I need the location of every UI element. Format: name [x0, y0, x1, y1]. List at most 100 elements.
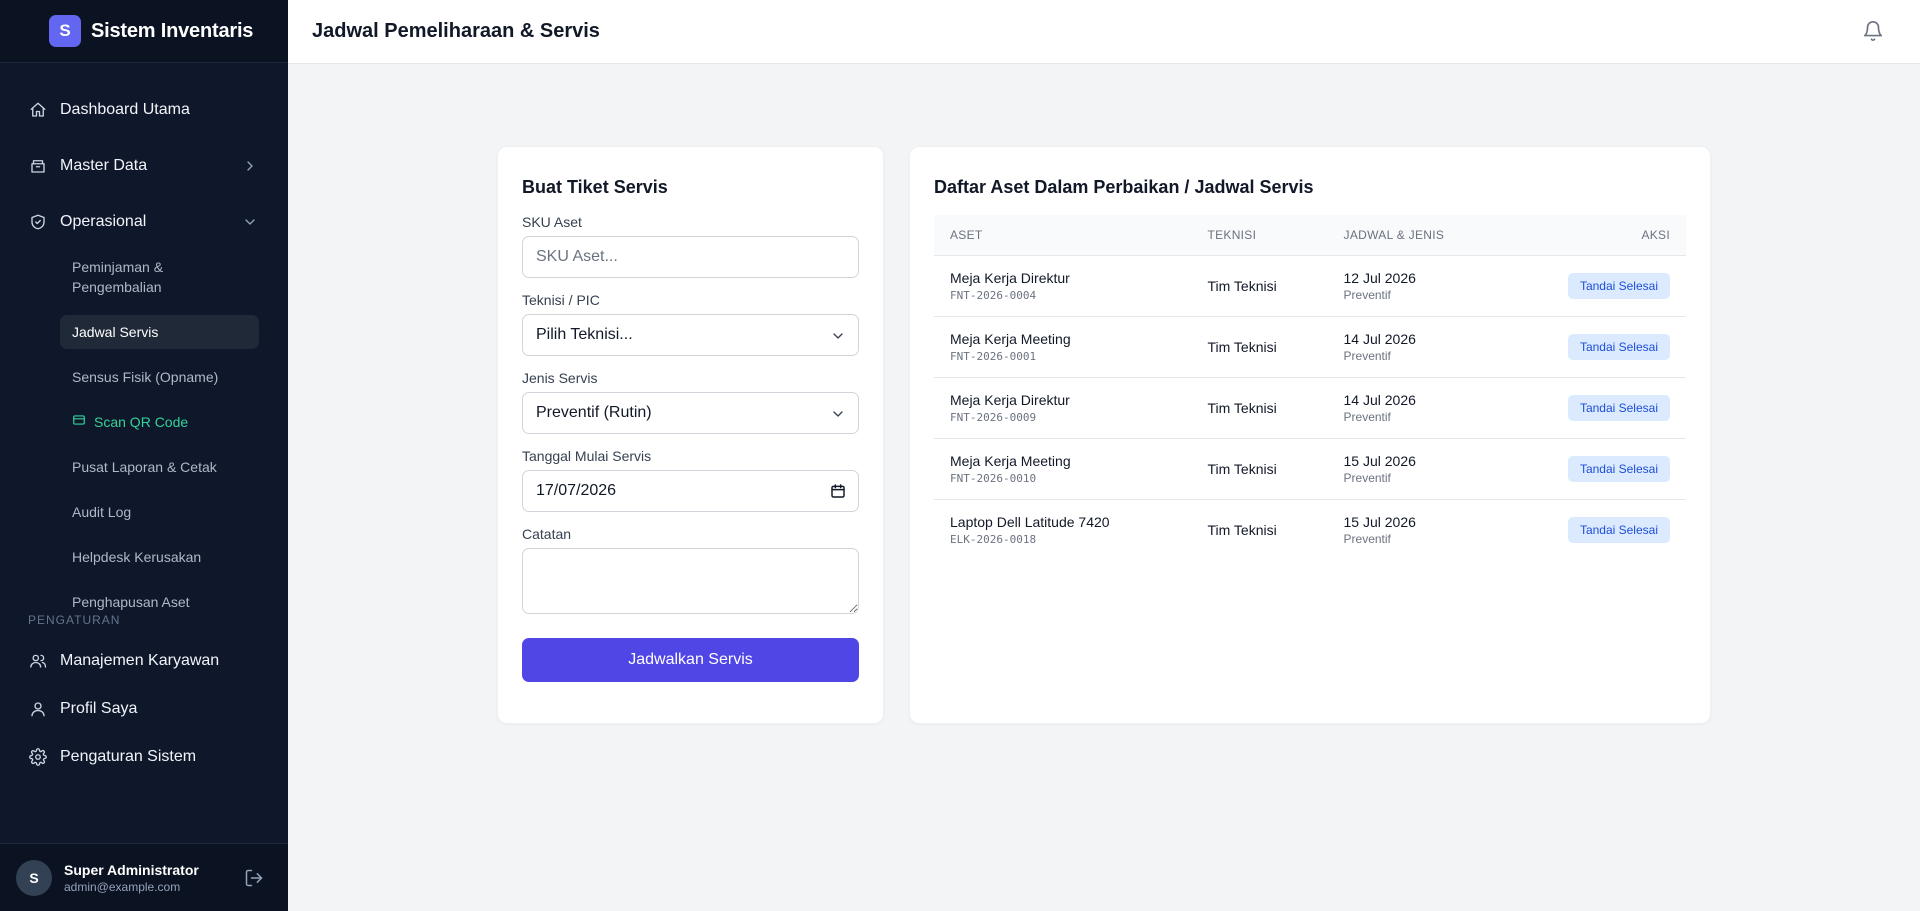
sidebar-item-dashboard[interactable]: Dashboard Utama — [0, 90, 288, 130]
asset-sku: ELK-2026-0018 — [950, 532, 1037, 546]
schedule-cell: 14 Jul 2026 Preventif — [1328, 316, 1506, 377]
action-cell: Tandai Selesai — [1506, 438, 1686, 499]
avatar[interactable]: S — [16, 859, 52, 896]
service-list-card: Daftar Aset Dalam Perbaikan / Jadwal Ser… — [909, 146, 1711, 724]
sidebar-item-label: Operasional — [60, 213, 147, 230]
asset-sku: FNT-2026-0009 — [950, 410, 1037, 424]
user-email: admin@example.com — [64, 879, 181, 894]
chevron-down-icon — [830, 328, 846, 344]
mark-done-button[interactable]: Tandai Selesai — [1567, 394, 1670, 421]
scan-icon — [72, 412, 86, 432]
brand-logo: S — [49, 15, 81, 47]
action-cell: Tandai Selesai — [1506, 316, 1686, 377]
service-type-select[interactable]: Preventif (Rutin) — [522, 392, 859, 434]
sidebar-item-label: Manajemen Karyawan — [60, 652, 220, 669]
service-type-select-value: Preventif (Rutin) — [536, 404, 652, 421]
sidebar-item-label: Master Data — [60, 157, 148, 174]
form-title: Buat Tiket Servis — [522, 177, 668, 197]
schedule-date: 14 Jul 2026 — [1343, 330, 1416, 347]
action-cell: Tandai Selesai — [1506, 255, 1686, 316]
schedule-date: 15 Jul 2026 — [1343, 452, 1416, 469]
submenu-item-audit-log[interactable]: Audit Log — [60, 495, 259, 529]
shield-icon — [28, 212, 48, 232]
submenu-item-label: Scan QR Code — [94, 414, 189, 430]
mark-done-button[interactable]: Tandai Selesai — [1567, 333, 1670, 360]
schedule-cell: 14 Jul 2026 Preventif — [1328, 377, 1506, 438]
sidebar-item-pengaturan-sistem[interactable]: Pengaturan Sistem — [0, 737, 288, 777]
brand[interactable]: S Sistem Inventaris — [0, 0, 288, 63]
sidebar-item-operasional[interactable]: Operasional — [0, 202, 288, 242]
start-date-input[interactable]: 17/07/2026 — [522, 470, 859, 512]
sidebar-item-label: Pengaturan Sistem — [60, 748, 197, 765]
sidebar-item-master-data[interactable]: Master Data — [0, 146, 288, 186]
logout-icon[interactable] — [244, 868, 264, 888]
notes-textarea[interactable] — [522, 548, 859, 614]
sku-label: SKU Aset — [522, 214, 582, 230]
schedule-date: 15 Jul 2026 — [1343, 513, 1416, 530]
brand-title: Sistem Inventaris — [91, 19, 254, 42]
submenu-item-jadwal-servis[interactable]: Jadwal Servis — [60, 315, 259, 349]
gear-icon — [28, 747, 48, 767]
submenu-item-pusat-laporan[interactable]: Pusat Laporan & Cetak — [60, 450, 259, 484]
user-profile-box: S Super Administrator admin@example.com — [0, 843, 288, 911]
schedule-cell: 15 Jul 2026 Preventif — [1328, 499, 1506, 560]
submenu-item-helpdesk[interactable]: Helpdesk Kerusakan — [60, 540, 259, 574]
asset-name: Laptop Dell Latitude 7420 — [950, 513, 1110, 530]
schedule-type: Preventif — [1343, 470, 1391, 485]
submenu-item-peminjaman[interactable]: Peminjaman & Pengembalian — [60, 250, 259, 304]
schedule-type: Preventif — [1343, 409, 1391, 424]
technician-select[interactable]: Pilih Teknisi... — [522, 314, 859, 356]
asset-sku: FNT-2026-0004 — [950, 288, 1037, 302]
schedule-cell: 15 Jul 2026 Preventif — [1328, 438, 1506, 499]
table-row: Meja Kerja Direktur FNT-2026-0009 Tim Te… — [934, 377, 1686, 438]
schedule-date: 12 Jul 2026 — [1343, 269, 1416, 286]
users-icon — [28, 651, 48, 671]
tech-cell: Tim Teknisi — [1207, 277, 1277, 294]
asset-sku: FNT-2026-0001 — [950, 349, 1037, 363]
asset-sku: FNT-2026-0010 — [950, 471, 1037, 485]
create-ticket-card: Buat Tiket Servis SKU Aset Teknisi / PIC… — [497, 146, 884, 724]
mark-done-button[interactable]: Tandai Selesai — [1567, 455, 1670, 482]
sidebar-item-label: Dashboard Utama — [60, 101, 190, 118]
schedule-type: Preventif — [1343, 287, 1391, 302]
tech-cell: Tim Teknisi — [1207, 521, 1277, 538]
submenu-item-sensus-fisik[interactable]: Sensus Fisik (Opname) — [60, 360, 259, 394]
asset-name: Meja Kerja Meeting — [950, 452, 1071, 469]
list-title: Daftar Aset Dalam Perbaikan / Jadwal Ser… — [934, 177, 1314, 197]
sku-input[interactable] — [522, 236, 859, 278]
sidebar-nav-bottom: Manajemen Karyawan Profil Saya Pengatura… — [0, 641, 288, 785]
schedule-cell: 12 Jul 2026 Preventif — [1328, 255, 1506, 316]
asset-name: Meja Kerja Direktur — [950, 391, 1070, 408]
sidebar-nav-top: Dashboard Utama Master Data Operasional — [0, 90, 288, 258]
column-header-tech: TEKNISI — [1207, 227, 1257, 242]
table-row: Meja Kerja Meeting FNT-2026-0010 Tim Tek… — [934, 438, 1686, 499]
calendar-icon[interactable] — [830, 483, 846, 499]
action-cell: Tandai Selesai — [1506, 377, 1686, 438]
asset-cell: Meja Kerja Meeting FNT-2026-0001 — [934, 316, 1191, 377]
table-row: Meja Kerja Meeting FNT-2026-0001 Tim Tek… — [934, 316, 1686, 377]
sidebar-item-manajemen-karyawan[interactable]: Manajemen Karyawan — [0, 641, 288, 681]
submenu-item-scan-qr[interactable]: Scan QR Code — [60, 405, 259, 439]
archive-icon — [28, 156, 48, 176]
section-label-pengaturan: PENGATURAN — [28, 613, 121, 627]
table-header-row: ASET TEKNISI JADWAL & JENIS AKSI — [934, 215, 1686, 255]
home-icon — [28, 100, 48, 120]
tech-cell: Tim Teknisi — [1207, 460, 1277, 477]
mark-done-button[interactable]: Tandai Selesai — [1567, 272, 1670, 299]
column-header-asset: ASET — [950, 227, 983, 242]
table-row: Meja Kerja Direktur FNT-2026-0004 Tim Te… — [934, 255, 1686, 316]
mark-done-button[interactable]: Tandai Selesai — [1567, 516, 1670, 543]
technician-label: Teknisi / PIC — [522, 292, 600, 308]
schedule-service-button[interactable]: Jadwalkan Servis — [522, 638, 859, 682]
chevron-down-icon — [830, 406, 846, 422]
sidebar-item-profil-saya[interactable]: Profil Saya — [0, 689, 288, 729]
bell-icon[interactable] — [1862, 20, 1884, 42]
asset-cell: Meja Kerja Direktur FNT-2026-0009 — [934, 377, 1191, 438]
user-info: Super Administrator admin@example.com — [64, 862, 199, 894]
schedule-date: 14 Jul 2026 — [1343, 391, 1416, 408]
asset-cell: Meja Kerja Meeting FNT-2026-0010 — [934, 438, 1191, 499]
action-cell: Tandai Selesai — [1506, 499, 1686, 560]
top-header: Jadwal Pemeliharaan & Servis — [288, 0, 1920, 64]
page-title: Jadwal Pemeliharaan & Servis — [312, 20, 600, 42]
service-type-label: Jenis Servis — [522, 370, 598, 386]
